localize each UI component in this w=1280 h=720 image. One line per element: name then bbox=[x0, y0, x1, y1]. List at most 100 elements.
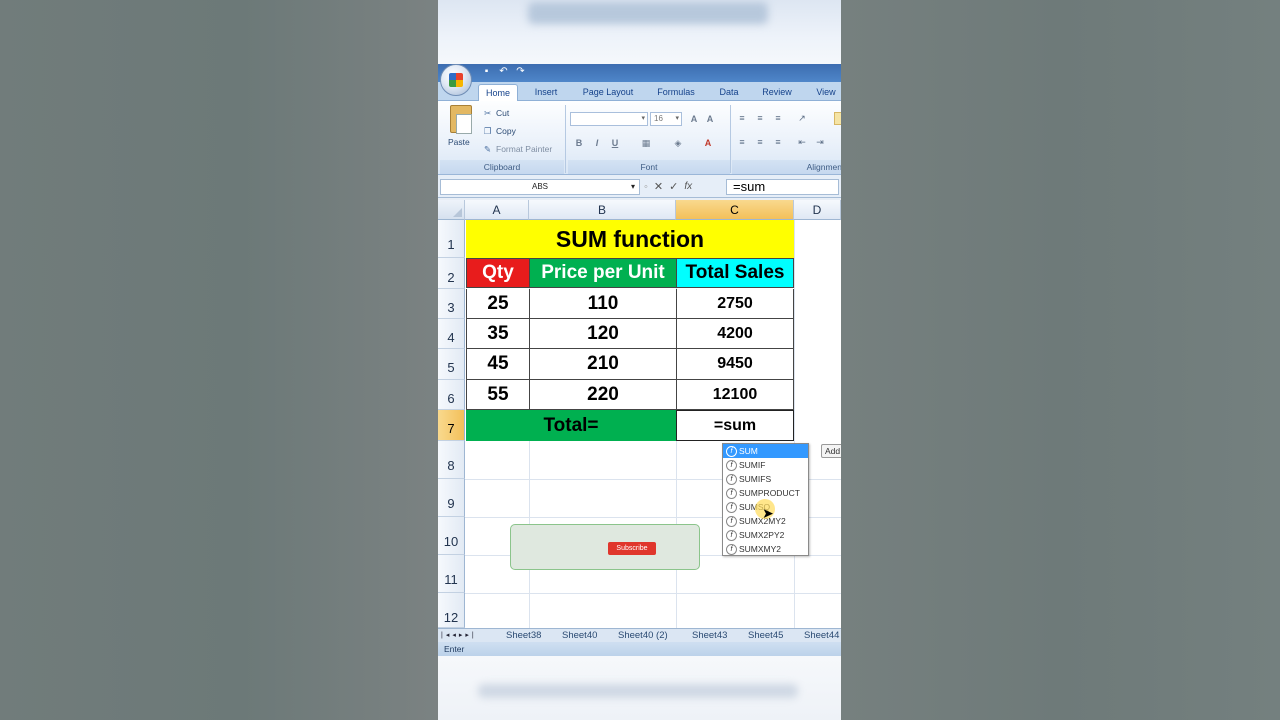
row-header-8[interactable]: 8 bbox=[438, 441, 465, 479]
copy-button[interactable]: ❐ Copy bbox=[482, 124, 516, 138]
price-header-cell[interactable]: Price per Unit bbox=[529, 258, 676, 288]
sheet-nav-icons[interactable]: |◂◂▸▸| bbox=[441, 629, 477, 642]
align-middle-icon[interactable]: ≡ bbox=[752, 112, 768, 125]
total-header-cell[interactable]: Total Sales bbox=[676, 258, 794, 288]
name-box[interactable]: ABS ▾ bbox=[440, 179, 640, 195]
column-header-a[interactable]: A bbox=[465, 200, 529, 220]
cancel-icon[interactable]: ✕ bbox=[654, 179, 663, 195]
total-cell[interactable]: 12100 bbox=[676, 380, 794, 410]
fill-color-icon[interactable]: ◈ bbox=[670, 136, 686, 150]
shrink-font-button[interactable]: A bbox=[702, 112, 718, 126]
row-header-11[interactable]: 11 bbox=[438, 555, 465, 593]
clipboard-group-label: Clipboard bbox=[440, 160, 564, 174]
align-bottom-icon[interactable]: ≡ bbox=[770, 112, 786, 125]
row-header-1[interactable]: 1 bbox=[438, 220, 465, 258]
tab-formulas[interactable]: Formulas bbox=[650, 84, 702, 101]
sheet-title-cell[interactable]: SUM function bbox=[466, 220, 794, 258]
borders-icon[interactable]: ▦ bbox=[638, 136, 654, 150]
tab-page-layout[interactable]: Page Layout bbox=[576, 84, 640, 101]
align-right-icon[interactable]: ≡ bbox=[770, 136, 786, 149]
sheet-tab[interactable]: Sheet44 bbox=[804, 629, 839, 642]
price-cell[interactable]: 120 bbox=[529, 319, 676, 349]
align-left-icon[interactable]: ≡ bbox=[734, 136, 750, 149]
alignment-group-label: Alignmen bbox=[732, 160, 841, 174]
align-top-icon[interactable]: ≡ bbox=[734, 112, 750, 125]
autocomplete-item[interactable]: f SUMXMY2 bbox=[723, 542, 808, 556]
orientation-icon[interactable]: ↗ bbox=[794, 112, 810, 125]
column-header-b[interactable]: B bbox=[529, 200, 676, 220]
italic-button[interactable]: I bbox=[589, 136, 605, 150]
font-name-combo[interactable] bbox=[570, 112, 648, 126]
tab-data[interactable]: Data bbox=[712, 84, 746, 101]
copy-label: Copy bbox=[496, 126, 516, 136]
tab-review[interactable]: Review bbox=[756, 84, 798, 101]
format-painter-button[interactable]: ✎ Format Painter bbox=[482, 142, 552, 156]
tab-view[interactable]: View bbox=[808, 84, 841, 101]
row-header-7[interactable]: 7 bbox=[438, 410, 465, 441]
row-header-6[interactable]: 6 bbox=[438, 380, 465, 410]
price-cell[interactable]: 220 bbox=[529, 380, 676, 410]
grip-icon: ◦ bbox=[644, 181, 648, 193]
active-formula-cell[interactable]: =sum bbox=[676, 410, 794, 441]
mouse-pointer-icon: ➤ bbox=[762, 505, 774, 521]
tab-insert[interactable]: Insert bbox=[526, 84, 566, 101]
sheet-tab[interactable]: Sheet43 bbox=[692, 629, 727, 642]
formula-icons: ◦ ✕ ✓ fx bbox=[644, 179, 692, 195]
redo-icon[interactable]: ↷ bbox=[514, 66, 527, 78]
total-label-cell[interactable]: Total= bbox=[466, 410, 676, 441]
row-header-10[interactable]: 10 bbox=[438, 517, 465, 555]
total-cell[interactable]: 2750 bbox=[676, 289, 794, 319]
qty-cell[interactable]: 45 bbox=[466, 349, 529, 380]
row-header-2[interactable]: 2 bbox=[438, 258, 465, 289]
autocomplete-item[interactable]: f SUMIFS bbox=[723, 472, 808, 486]
autocomplete-item-label: SUMPRODUCT bbox=[739, 488, 800, 498]
paste-icon[interactable] bbox=[450, 105, 472, 134]
tab-home[interactable]: Home bbox=[478, 84, 518, 101]
enter-check-icon[interactable]: ✓ bbox=[669, 179, 678, 195]
underline-button[interactable]: U bbox=[607, 136, 623, 150]
subscribe-button[interactable]: Subscribe bbox=[608, 542, 656, 555]
subscribe-overlay: Subscribe bbox=[510, 524, 700, 570]
column-header-c[interactable]: C bbox=[676, 200, 794, 220]
row-header-5[interactable]: 5 bbox=[438, 349, 465, 380]
decrease-indent-icon[interactable]: ⇤ bbox=[794, 136, 810, 149]
office-button[interactable] bbox=[440, 64, 472, 96]
row-header-4[interactable]: 4 bbox=[438, 319, 465, 349]
increase-indent-icon[interactable]: ⇥ bbox=[812, 136, 828, 149]
wrap-text-icon[interactable] bbox=[834, 112, 841, 125]
save-icon[interactable]: ▪ bbox=[480, 66, 493, 78]
autocomplete-item[interactable]: f SUMPRODUCT bbox=[723, 486, 808, 500]
price-cell[interactable]: 110 bbox=[529, 289, 676, 319]
cut-button[interactable]: ✂ Cut bbox=[482, 106, 509, 120]
price-cell[interactable]: 210 bbox=[529, 349, 676, 380]
row-header-3[interactable]: 3 bbox=[438, 289, 465, 319]
row-header-12[interactable]: 12 bbox=[438, 593, 465, 628]
total-cell[interactable]: 9450 bbox=[676, 349, 794, 380]
align-center-icon[interactable]: ≡ bbox=[752, 136, 768, 149]
total-cell[interactable]: 4200 bbox=[676, 319, 794, 349]
qty-cell[interactable]: 25 bbox=[466, 289, 529, 319]
qty-cell[interactable]: 55 bbox=[466, 380, 529, 410]
bold-button[interactable]: B bbox=[571, 136, 587, 150]
grow-font-button[interactable]: A bbox=[686, 112, 702, 126]
column-header-d[interactable]: D bbox=[794, 200, 841, 220]
insert-function-icon[interactable]: fx bbox=[684, 179, 692, 195]
undo-icon[interactable]: ↶ bbox=[497, 66, 510, 78]
sheet-tab[interactable]: Sheet40 bbox=[562, 629, 597, 642]
formula-input[interactable]: =sum bbox=[726, 179, 839, 195]
sheet-tab[interactable]: Sheet45 bbox=[748, 629, 783, 642]
autocomplete-item[interactable]: f SUMIF bbox=[723, 458, 808, 472]
sheet-tab[interactable]: Sheet38 bbox=[506, 629, 541, 642]
chevron-down-icon[interactable]: ▾ bbox=[631, 180, 635, 194]
qty-cell[interactable]: 35 bbox=[466, 319, 529, 349]
font-size-combo[interactable]: 16 bbox=[650, 112, 682, 126]
autocomplete-item[interactable]: f SUM bbox=[723, 444, 808, 458]
select-all-button[interactable] bbox=[438, 200, 465, 220]
autocomplete-item[interactable]: f SUMX2PY2 bbox=[723, 528, 808, 542]
function-icon: f bbox=[726, 446, 737, 458]
sheet-tab[interactable]: Sheet40 (2) bbox=[618, 629, 668, 642]
font-color-icon[interactable]: A bbox=[700, 136, 716, 150]
qty-header-cell[interactable]: Qty bbox=[466, 258, 529, 288]
row-header-9[interactable]: 9 bbox=[438, 479, 465, 517]
paste-button[interactable]: Paste bbox=[448, 135, 470, 149]
